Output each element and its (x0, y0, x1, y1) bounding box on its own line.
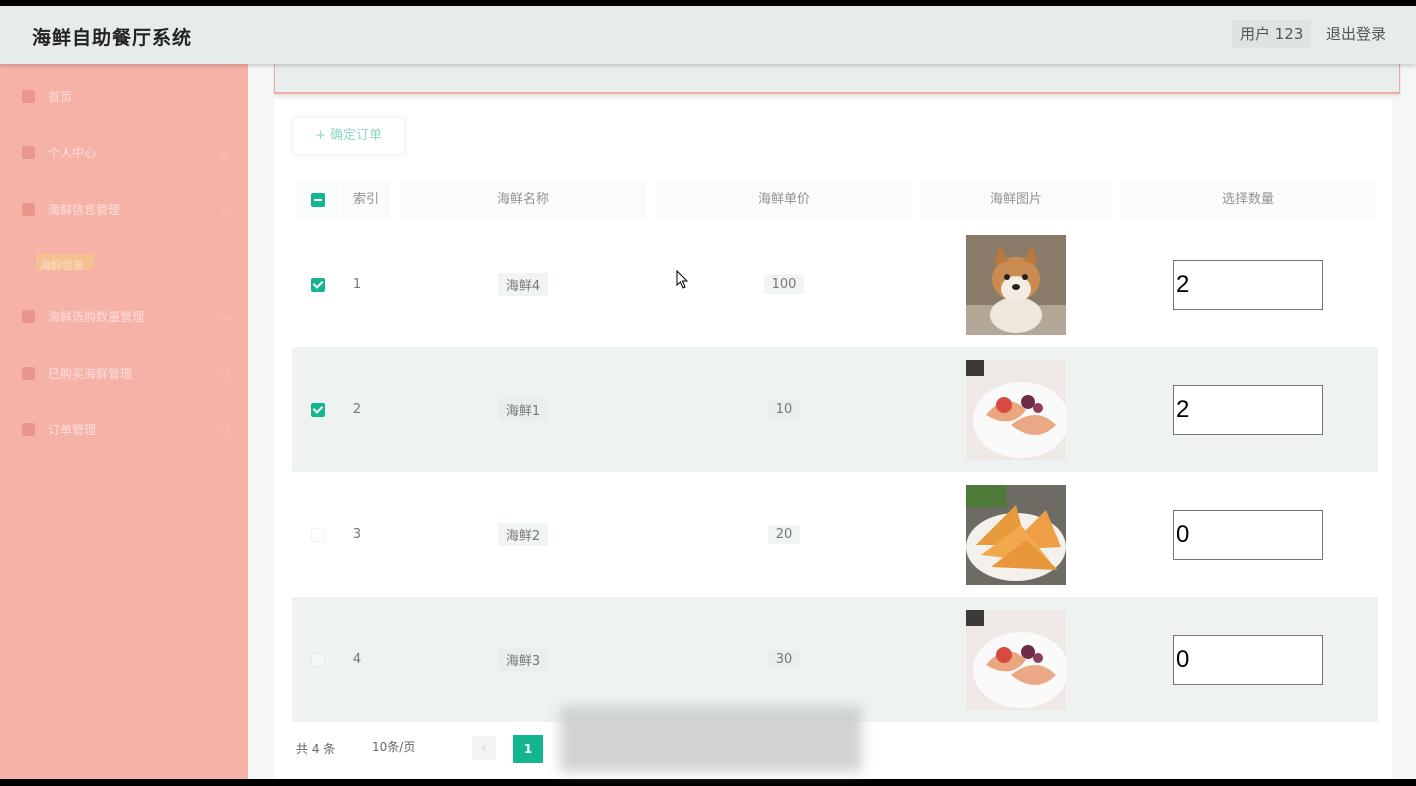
chevron-up-icon (219, 208, 230, 219)
list-icon (22, 367, 35, 380)
row-name: 海鲜3 (400, 597, 646, 722)
column-header-price[interactable]: 海鲜单价 (656, 180, 912, 220)
user-name[interactable]: 用户 123 (1232, 20, 1312, 48)
chevron-down-icon (219, 368, 230, 379)
sidebar-item-label: 首页 (48, 90, 73, 104)
row-price: 100 (656, 222, 912, 347)
sidebar-item-label: 海鲜信息管理 (48, 203, 121, 217)
row-index: 3 (352, 527, 362, 542)
quantity-input[interactable] (1173, 634, 1323, 685)
row-price: 20 (656, 472, 912, 597)
row-quantity (1120, 472, 1376, 597)
checkbox-indeterminate-icon (311, 193, 325, 207)
row-index: 2 (352, 402, 362, 417)
row-checkbox[interactable] (296, 597, 340, 722)
seafood-plate-photo[interactable] (966, 609, 1066, 710)
home-icon (22, 90, 35, 103)
fried-seafood-photo[interactable] (966, 484, 1066, 585)
row-quantity (1120, 597, 1376, 722)
cart-icon (22, 310, 35, 323)
fried-seafood-graphic (966, 484, 1066, 585)
row-index: 4 (352, 652, 362, 667)
row-index: 1 (352, 277, 362, 292)
row-name: 海鲜2 (400, 472, 646, 597)
prev-page-button[interactable]: ‹ (472, 736, 496, 760)
row-name: 海鲜1 (400, 347, 646, 472)
row-image (920, 347, 1112, 472)
pagination-total: 共 4 条 (296, 742, 336, 756)
blurred-region (560, 706, 862, 772)
sidebar: 首页 个人中心 海鲜信息管理 海鲜信息 海鲜选购数量管理 已购买海鲜管理 订单管… (0, 64, 248, 779)
row-image (920, 597, 1112, 722)
table-row: 4 海鲜3 30 (292, 597, 1378, 722)
breadcrumb-bar (274, 64, 1400, 94)
table-row: 2 海鲜1 10 (292, 347, 1378, 472)
dog-photo-graphic (966, 234, 1066, 335)
row-price: 30 (656, 597, 912, 722)
table-row: 3 海鲜2 20 (292, 472, 1378, 597)
row-name-text: 海鲜1 (497, 398, 549, 421)
page-number-button[interactable]: 1 (513, 735, 543, 763)
seafood-plate-graphic (966, 609, 1066, 710)
sidebar-item-profile[interactable]: 个人中心 (0, 134, 248, 174)
order-icon (22, 423, 35, 436)
chevron-down-icon (219, 147, 230, 158)
row-name-text: 海鲜2 (497, 523, 549, 546)
sidebar-item-label: 海鲜选购数量管理 (48, 310, 145, 324)
row-price-text: 30 (767, 650, 801, 669)
column-header-name[interactable]: 海鲜名称 (400, 180, 646, 220)
sidebar-item-orders[interactable]: 订单管理 (0, 411, 248, 451)
column-header-index[interactable]: 索引 (342, 180, 390, 220)
row-quantity (1120, 347, 1376, 472)
sidebar-item-purchased[interactable]: 已购买海鲜管理 (0, 355, 248, 395)
column-header-quantity[interactable]: 选择数量 (1120, 180, 1376, 220)
row-checkbox[interactable] (296, 222, 340, 347)
table-row: 1 海鲜4 100 (292, 222, 1378, 347)
dog-photo[interactable] (966, 234, 1066, 335)
logout-link[interactable]: 退出登录 (1326, 20, 1386, 48)
sidebar-subitem-seafood[interactable]: 海鲜信息 (36, 254, 94, 272)
select-all-checkbox[interactable] (296, 180, 340, 220)
quantity-input[interactable] (1173, 384, 1323, 435)
top-bar: 海鲜自助餐厅系统 用户 123 退出登录 (0, 6, 1416, 64)
quantity-input[interactable] (1173, 509, 1323, 560)
checkbox-checked-icon (311, 402, 325, 417)
menu-icon (22, 203, 35, 216)
sidebar-item-label: 已购买海鲜管理 (48, 367, 133, 381)
confirm-order-button[interactable]: + 确定订单 (292, 117, 406, 155)
user-icon (22, 146, 35, 159)
column-header-image[interactable]: 海鲜图片 (920, 180, 1112, 220)
cursor-arrow-graphic (676, 269, 689, 289)
app-title: 海鲜自助餐厅系统 (32, 27, 193, 49)
row-name-text: 海鲜4 (497, 273, 549, 296)
row-price-text: 10 (767, 400, 801, 419)
row-image (920, 222, 1112, 347)
sidebar-subitem-label: 海鲜信息 (40, 259, 84, 272)
sidebar-item-label: 个人中心 (48, 146, 97, 160)
checkbox-unchecked-icon (311, 652, 325, 667)
quantity-input[interactable] (1173, 259, 1323, 310)
row-price-text: 100 (763, 275, 805, 294)
seafood-plate-graphic (966, 359, 1066, 460)
row-checkbox[interactable] (296, 472, 340, 597)
row-checkbox[interactable] (296, 347, 340, 472)
checkbox-unchecked-icon (311, 527, 325, 542)
row-name: 海鲜4 (400, 222, 646, 347)
checkbox-checked-icon (311, 277, 325, 292)
sidebar-item-label: 订单管理 (48, 423, 97, 437)
chevron-down-icon (219, 311, 230, 322)
row-quantity (1120, 222, 1376, 347)
chevron-down-icon (219, 424, 230, 435)
row-price: 10 (656, 347, 912, 472)
sidebar-item-home[interactable]: 首页 (0, 78, 248, 118)
row-image (920, 472, 1112, 597)
sidebar-item-seafood-info[interactable]: 海鲜信息管理 (0, 191, 248, 231)
sidebar-item-quantity[interactable]: 海鲜选购数量管理 (0, 298, 248, 338)
page-size-select[interactable]: 10条/页 (358, 732, 448, 762)
row-name-text: 海鲜3 (497, 648, 549, 671)
seafood-plate-photo[interactable] (966, 359, 1066, 460)
row-price-text: 20 (767, 525, 801, 544)
